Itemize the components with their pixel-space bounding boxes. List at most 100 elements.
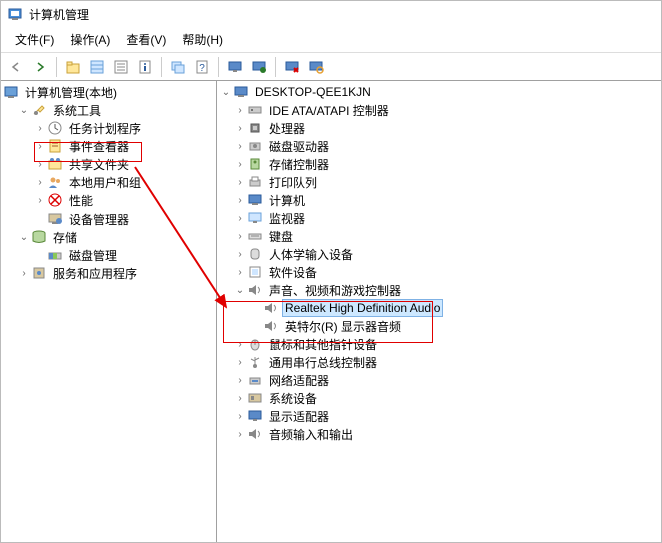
twisty-closed-icon[interactable]: › — [233, 265, 247, 279]
tree-root[interactable]: 计算机管理(本地) — [1, 83, 216, 101]
device-category[interactable]: › 网络适配器 — [217, 371, 661, 389]
left-tree[interactable]: 计算机管理(本地) ⌄ 系统工具 › 任务计划程序 › 事件查看器 › 共享文件… — [1, 81, 217, 542]
twisty-closed-icon[interactable]: › — [233, 121, 247, 135]
device-category[interactable]: › 处理器 — [217, 119, 661, 137]
twisty-open-icon[interactable]: ⌄ — [17, 103, 31, 117]
device-category[interactable]: ›系统设备 — [217, 389, 661, 407]
device-label: 人体学输入设备 — [267, 245, 355, 264]
twisty-closed-icon[interactable]: › — [233, 103, 247, 117]
usb-icon — [247, 354, 263, 370]
twisty-closed-icon[interactable]: › — [233, 391, 247, 405]
tools-icon — [31, 102, 47, 118]
uninstall-button[interactable] — [281, 56, 303, 78]
twisty-closed-icon[interactable]: › — [233, 157, 247, 171]
forward-button[interactable] — [29, 56, 51, 78]
device-category[interactable]: › 键盘 — [217, 227, 661, 245]
menu-help[interactable]: 帮助(H) — [174, 28, 231, 51]
tree-root-label: 计算机管理(本地) — [23, 83, 119, 102]
twisty-open-icon[interactable]: ⌄ — [233, 283, 247, 297]
right-tree[interactable]: ⌄ DESKTOP-QEE1KJN ›IDE ATA/ATAPI 控制器›处理器… — [217, 81, 661, 542]
device-label: 键盘 — [267, 227, 295, 246]
twisty-closed-icon[interactable]: › — [33, 121, 47, 135]
device-label: 通用串行总线控制器 — [267, 353, 379, 372]
toolbar: ? — [1, 53, 661, 81]
menu-action[interactable]: 操作(A) — [62, 28, 118, 51]
hid-icon — [247, 246, 263, 262]
device-label: 软件设备 — [267, 263, 319, 282]
twisty-closed-icon[interactable]: › — [233, 373, 247, 387]
event-icon — [47, 138, 63, 154]
ide-icon — [247, 102, 263, 118]
menu-view[interactable]: 查看(V) — [118, 28, 174, 51]
device-category[interactable]: ›磁盘驱动器 — [217, 137, 661, 155]
sound-controllers[interactable]: ⌄ 声音、视频和游戏控制器 — [217, 281, 661, 299]
users-icon — [47, 174, 63, 190]
twisty-closed-icon[interactable]: › — [233, 175, 247, 189]
device-label: 处理器 — [267, 119, 307, 138]
device-category[interactable]: ›打印队列 — [217, 173, 661, 191]
svg-text:?: ? — [199, 63, 205, 74]
twisty-closed-icon[interactable]: › — [233, 427, 247, 441]
device-category[interactable]: ›监视器 — [217, 209, 661, 227]
properties-button[interactable] — [134, 56, 156, 78]
device-root[interactable]: ⌄ DESKTOP-QEE1KJN — [217, 83, 661, 101]
twisty-closed-icon[interactable]: › — [233, 337, 247, 351]
storage[interactable]: ⌄ 存储 — [1, 228, 216, 246]
title-bar: 计算机管理 — [1, 1, 661, 27]
twisty-closed-icon[interactable]: › — [33, 175, 47, 189]
storage-icon — [31, 229, 47, 245]
device-category[interactable]: ›音频输入和输出 — [217, 425, 661, 443]
view-list-button[interactable] — [86, 56, 108, 78]
scan-button[interactable] — [305, 56, 327, 78]
twisty-closed-icon[interactable]: › — [17, 266, 31, 280]
device-category[interactable]: › 鼠标和其他指针设备 — [217, 335, 661, 353]
twisty-open-icon[interactable]: ⌄ — [17, 230, 31, 244]
twisty-closed-icon[interactable]: › — [233, 193, 247, 207]
device-category[interactable]: ›IDE ATA/ATAPI 控制器 — [217, 101, 661, 119]
device-category[interactable]: ›存储控制器 — [217, 155, 661, 173]
storage-icon — [247, 156, 263, 172]
device-category[interactable]: › 人体学输入设备 — [217, 245, 661, 263]
device-category[interactable]: › 显示适配器 — [217, 407, 661, 425]
back-button[interactable] — [5, 56, 27, 78]
printer-icon — [247, 174, 263, 190]
twisty-closed-icon[interactable]: › — [233, 211, 247, 225]
twisty-open-icon[interactable]: ⌄ — [219, 85, 233, 99]
device-category[interactable]: › 通用串行总线控制器 — [217, 353, 661, 371]
twisty-closed-icon[interactable]: › — [33, 193, 47, 207]
window-button[interactable] — [167, 56, 189, 78]
device-label: 显示适配器 — [267, 407, 331, 426]
event-viewer[interactable]: › 事件查看器 — [1, 137, 216, 155]
details-button[interactable] — [110, 56, 132, 78]
up-button[interactable] — [62, 56, 84, 78]
refresh-monitor-button[interactable] — [224, 56, 246, 78]
device-category[interactable]: ›计算机 — [217, 191, 661, 209]
performance[interactable]: › 性能 — [1, 191, 216, 209]
disk-management[interactable]: 磁盘管理 — [1, 246, 216, 264]
twisty-closed-icon[interactable]: › — [233, 409, 247, 423]
local-users[interactable]: › 本地用户和组 — [1, 173, 216, 191]
shared-folders[interactable]: › 共享文件夹 — [1, 155, 216, 173]
services-icon — [31, 265, 47, 281]
refresh-button[interactable] — [248, 56, 270, 78]
system-tools[interactable]: ⌄ 系统工具 — [1, 101, 216, 119]
keyboard-icon — [247, 228, 263, 244]
services-apps[interactable]: › 服务和应用程序 — [1, 264, 216, 282]
twisty-closed-icon[interactable]: › — [233, 139, 247, 153]
device-label: 鼠标和其他指针设备 — [267, 335, 379, 354]
device-manager[interactable]: 设备管理器 — [1, 210, 216, 228]
realtek-audio[interactable]: Realtek High Definition Audio — [217, 299, 661, 317]
twisty-closed-icon[interactable]: › — [33, 139, 47, 153]
twisty-closed-icon[interactable]: › — [33, 157, 47, 171]
device-label: 网络适配器 — [267, 371, 331, 390]
twisty-closed-icon[interactable]: › — [233, 229, 247, 243]
task-scheduler[interactable]: › 任务计划程序 — [1, 119, 216, 137]
device-category[interactable]: › 软件设备 — [217, 263, 661, 281]
twisty-closed-icon[interactable]: › — [233, 247, 247, 261]
menu-file[interactable]: 文件(F) — [7, 28, 62, 51]
app-icon — [7, 6, 23, 22]
help-button[interactable]: ? — [191, 56, 213, 78]
intel-audio[interactable]: 英特尔(R) 显示器音频 — [217, 317, 661, 335]
twisty-closed-icon[interactable]: › — [233, 355, 247, 369]
mgmt-icon — [3, 84, 19, 100]
